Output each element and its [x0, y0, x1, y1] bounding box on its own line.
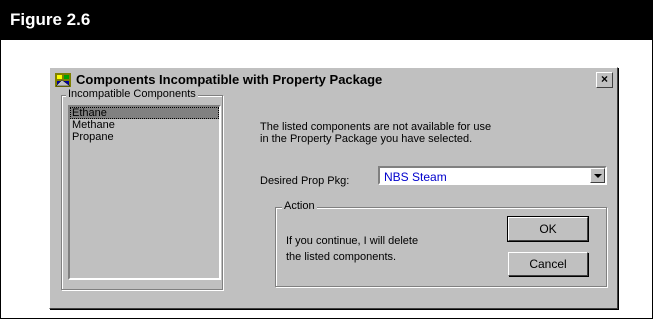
list-item[interactable]: Propane [70, 131, 219, 143]
info-message: The listed components are not available … [260, 121, 560, 145]
action-message-line2: the listed components. [286, 251, 397, 263]
close-button[interactable]: × [596, 72, 613, 88]
action-message: If you continue, I will delete the liste… [286, 233, 418, 265]
hysys-app-icon [54, 71, 72, 89]
dropdown-arrow-button[interactable] [590, 168, 605, 183]
dialog-titlebar[interactable]: Components Incompatible with Property Pa… [52, 71, 613, 89]
action-legend: Action [282, 200, 317, 212]
action-message-line1: If you continue, I will delete [286, 235, 419, 247]
incompatible-components-legend: Incompatible Components [66, 88, 198, 100]
close-icon: × [600, 72, 608, 86]
cancel-button[interactable]: Cancel [508, 252, 588, 276]
desired-prop-pkg-value: NBS Steam [384, 170, 447, 184]
components-incompatible-dialog: Components Incompatible with Property Pa… [49, 67, 618, 309]
info-message-line2: in the Property Package you have selecte… [260, 133, 473, 145]
figure-heading: Figure 2.6 [0, 0, 653, 40]
ok-button[interactable]: OK [507, 216, 589, 242]
incompatible-components-list[interactable]: Ethane Methane Propane [68, 105, 221, 280]
chevron-down-icon [594, 174, 602, 178]
list-item[interactable]: Ethane [70, 107, 219, 119]
action-group: Action If you continue, I will delete th… [275, 200, 607, 287]
info-message-line1: The listed components are not available … [260, 121, 492, 133]
dialog-title: Components Incompatible with Property Pa… [76, 72, 383, 87]
desired-prop-pkg-label: Desired Prop Pkg: [260, 175, 350, 187]
desired-prop-pkg-dropdown[interactable]: NBS Steam [378, 166, 607, 185]
list-item[interactable]: Methane [70, 119, 219, 131]
incompatible-components-group: Incompatible Components Ethane Methane P… [61, 88, 223, 290]
